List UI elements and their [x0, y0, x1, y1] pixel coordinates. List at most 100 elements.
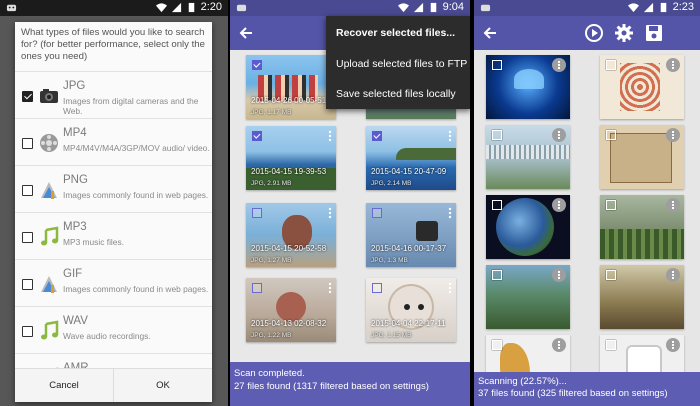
thumbnail-checkbox[interactable] [606, 60, 616, 70]
photo-thumbnail[interactable] [486, 195, 570, 259]
signal-icon [171, 2, 181, 13]
more-vert-icon[interactable] [666, 198, 680, 212]
wifi-icon [627, 3, 639, 13]
music-note-icon [38, 320, 60, 342]
thumbnail-checkbox[interactable] [372, 283, 382, 293]
more-vert-icon[interactable] [448, 130, 452, 142]
checkbox[interactable] [22, 138, 33, 149]
thumbnail-checkbox[interactable] [606, 200, 616, 210]
photo-size: JPG, 1.3 MB [371, 257, 408, 264]
photo-thumbnail[interactable]: 2015-04-26 00-05-51 JPG, 1.17 MB [246, 55, 336, 119]
thumbnail-checkbox[interactable] [606, 130, 616, 140]
photo-date: 2015-04-13 02-08-32 [251, 319, 327, 328]
more-vert-icon[interactable] [552, 198, 566, 212]
more-vert-icon[interactable] [328, 207, 332, 219]
file-type-name: WAV [63, 315, 88, 327]
wifi-icon [397, 3, 409, 13]
thumbnail-checkbox[interactable] [492, 270, 502, 280]
battery-icon [660, 2, 666, 13]
image-tools-icon [38, 273, 60, 295]
file-type-description: Wave audio recordings. [63, 331, 151, 341]
file-type-option-gif[interactable]: GIF Images commonly found in web pages. [15, 259, 212, 310]
dialog-prompt: What types of files would you like to se… [21, 27, 205, 62]
thumbnail-checkbox[interactable] [252, 208, 262, 218]
thumbnail-checkbox[interactable] [492, 200, 502, 210]
file-type-description: Images commonly found in web pages. [63, 284, 209, 294]
menu-item-save-locally[interactable]: Save selected files locally [336, 88, 456, 100]
play-circle-icon[interactable] [584, 23, 604, 43]
thumbnail-checkbox[interactable] [492, 340, 502, 350]
thumbnail-checkbox[interactable] [606, 270, 616, 280]
file-type-option-png[interactable]: PNG Images commonly found in web pages. [15, 165, 212, 216]
android-icon [236, 2, 247, 16]
thumbnail-checkbox[interactable] [252, 131, 262, 141]
file-type-option-mp4[interactable]: MP4 MP4/M4V/M4A/3GP/MOV audio/ video. [15, 118, 212, 169]
thumbnail-checkbox[interactable] [252, 283, 262, 293]
photo-size: JPG, 2.14 MB [371, 180, 412, 187]
menu-item-recover[interactable]: Recover selected files... [336, 27, 455, 39]
thumbnail-checkbox[interactable] [492, 130, 502, 140]
more-vert-icon[interactable] [552, 268, 566, 282]
file-type-panel: 2:20 What types of files would you like … [0, 0, 228, 406]
photo-thumbnail[interactable] [486, 265, 570, 329]
image-tools-icon [38, 179, 60, 201]
menu-item-upload-ftp[interactable]: Upload selected files to FTP [336, 58, 467, 70]
photo-thumbnail[interactable]: 2015-04-15 20-52-58 JPG, 1.27 MB [246, 203, 336, 267]
file-type-name: MP4 [63, 127, 87, 139]
photo-thumbnail[interactable] [600, 195, 684, 259]
photo-thumbnail[interactable]: 2015-04-13 02-08-32 JPG, 1.22 MB [246, 278, 336, 342]
thumbnail-checkbox[interactable] [492, 60, 502, 70]
more-vert-icon[interactable] [666, 338, 680, 352]
signal-icon [413, 2, 423, 13]
back-arrow-icon[interactable] [238, 25, 254, 41]
photo-thumbnail[interactable] [486, 125, 570, 189]
photo-thumbnail[interactable] [486, 55, 570, 119]
more-vert-icon[interactable] [552, 128, 566, 142]
photo-date: 2015-04-16 00-17-37 [371, 244, 447, 253]
photo-thumbnail[interactable] [600, 55, 684, 119]
film-reel-icon [38, 132, 60, 154]
thumbnail-checkbox[interactable] [372, 208, 382, 218]
app-bar [474, 16, 700, 50]
file-type-option-mp3[interactable]: MP3 MP3 music files. [15, 212, 212, 263]
file-type-description: MP3 music files. [63, 237, 124, 247]
cancel-button[interactable]: Cancel [15, 369, 114, 402]
status-bar: 2:20 [0, 0, 228, 16]
checkbox[interactable] [22, 185, 33, 196]
more-vert-icon[interactable] [552, 58, 566, 72]
photo-date: 2015-04-04 22-17-11 [371, 319, 446, 328]
file-type-option-wav[interactable]: WAV Wave audio recordings. [15, 306, 212, 357]
more-vert-icon[interactable] [552, 338, 566, 352]
more-vert-icon[interactable] [448, 207, 452, 219]
ok-button[interactable]: OK [114, 369, 212, 402]
more-vert-icon[interactable] [448, 282, 452, 294]
photo-thumbnail[interactable]: 2015-04-15 20-47-09 JPG, 2.14 MB [366, 126, 456, 190]
photo-thumbnail[interactable]: 2015-04-04 22-17-11 JPG, 1.15 MB [366, 278, 456, 342]
checkbox[interactable] [22, 326, 33, 337]
photo-thumbnail[interactable]: 2015-04-16 00-17-37 JPG, 1.3 MB [366, 203, 456, 267]
battery-icon [188, 2, 194, 13]
gear-icon[interactable] [614, 23, 634, 43]
more-vert-icon[interactable] [328, 130, 332, 142]
photo-thumbnail[interactable] [600, 125, 684, 189]
more-vert-icon[interactable] [666, 128, 680, 142]
file-type-option-jpg[interactable]: JPG Images from digital cameras and the W… [15, 71, 212, 122]
file-type-name: JPG [63, 80, 86, 92]
thumbnail-checkbox[interactable] [252, 60, 262, 70]
photo-thumbnail[interactable] [600, 265, 684, 329]
scanning-panel: 2:23 Scanning (22.57%)... 37 files found… [474, 0, 700, 406]
checkbox[interactable] [22, 232, 33, 243]
more-vert-icon[interactable] [328, 282, 332, 294]
thumbnail-checkbox[interactable] [606, 340, 616, 350]
thumbnail-checkbox[interactable] [372, 131, 382, 141]
more-vert-icon[interactable] [666, 268, 680, 282]
overflow-menu: Recover selected files... Upload selecte… [326, 16, 470, 109]
save-icon[interactable] [644, 23, 664, 43]
photo-thumbnail[interactable]: 2015-04-15 19-39-53 JPG, 2.91 MB [246, 126, 336, 190]
photo-size: JPG, 1.15 MB [371, 332, 412, 339]
checkbox[interactable] [22, 279, 33, 290]
back-arrow-icon[interactable] [482, 25, 498, 41]
checkbox[interactable] [22, 91, 33, 102]
photo-size: JPG, 1.22 MB [251, 332, 292, 339]
more-vert-icon[interactable] [666, 58, 680, 72]
